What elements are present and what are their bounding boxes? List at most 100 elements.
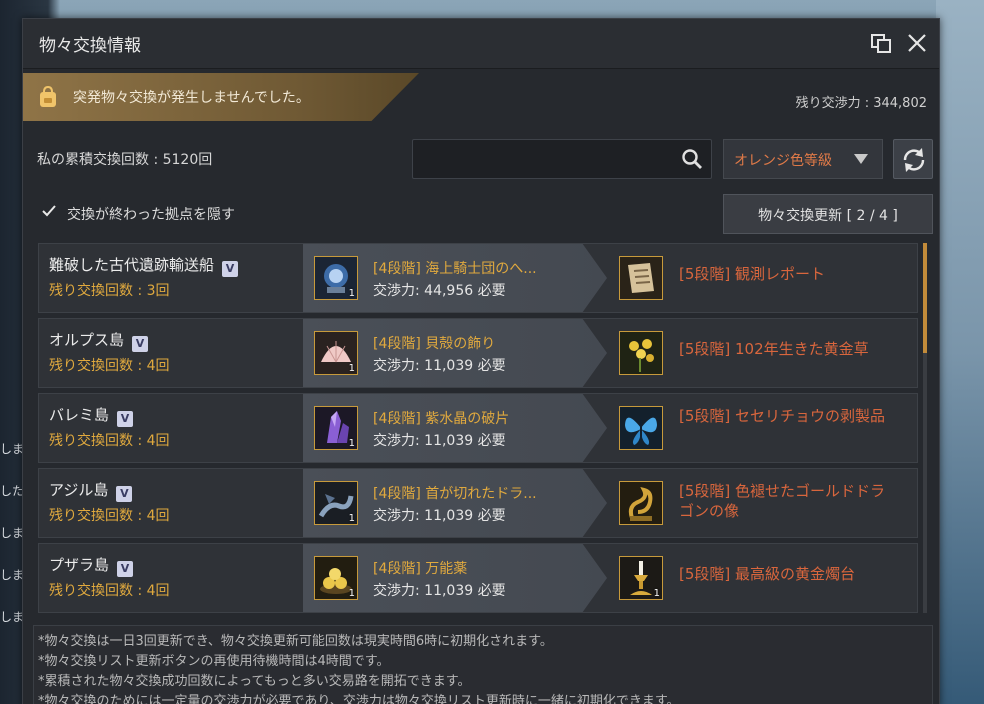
cumulative-exchange-count: 私の累積交換回数 : 5120回 — [37, 152, 213, 168]
hide-finished-label: 交換が終わった拠点を隠す — [67, 207, 235, 223]
verified-badge-icon[interactable]: V — [117, 561, 134, 577]
island-name-text: 難破した古代遺跡輸送船 — [49, 256, 215, 274]
chevron-down-icon — [854, 154, 868, 164]
amethyst-shard-icon[interactable]: 1 — [314, 406, 358, 450]
island-name: プザラ島 V — [49, 554, 134, 577]
titlebar[interactable]: 物々交換情報 — [23, 19, 939, 69]
island-name: アジル島 V — [49, 479, 133, 502]
give-item-cost: 交渉力: 11,039 必要 — [373, 583, 506, 599]
island-info: バレミ島 V 残り交換回数 : 4回 — [39, 394, 303, 462]
close-icon[interactable] — [905, 31, 929, 55]
seal-statue-icon[interactable]: 1 — [314, 256, 358, 300]
barter-update-button[interactable]: 物々交換更新 [ 2 / 4 ] — [723, 194, 933, 234]
verified-badge-icon[interactable]: V — [222, 261, 239, 277]
get-item-name: [5段階] 102年生きた黄金草 — [679, 340, 869, 358]
verified-badge-icon[interactable]: V — [132, 336, 149, 352]
help-notes: *物々交換は一日3回更新でき、物々交換更新可能回数は現実時間6時に初期化されます… — [33, 625, 933, 704]
barter-row[interactable]: 難破した古代遺跡輸送船 V 残り交換回数 : 3回 1 [4段階] 海上騎士団のへ… — [38, 243, 918, 313]
give-item-name: [4段階] 首が切れたドラ... — [373, 486, 537, 502]
island-info: 難破した古代遺跡輸送船 V 残り交換回数 : 3回 — [39, 244, 303, 312]
help-note: *物々交換リスト更新ボタンの再使用待機時間は4時間です。 — [38, 654, 390, 669]
grade-filter-select[interactable]: オレンジ色等級 — [723, 139, 883, 179]
item-quantity: 1 — [348, 588, 355, 599]
remaining-exchanges: 残り交換回数 : 4回 — [49, 358, 170, 374]
help-note: *物々交換は一日3回更新でき、物々交換更新可能回数は現実時間6時に初期化されます… — [38, 634, 553, 649]
verified-badge-icon[interactable]: V — [117, 411, 134, 427]
give-item-panel[interactable]: 1 [4段階] 紫水晶の破片 交渉力: 11,039 必要 — [303, 394, 607, 462]
get-item-name: [5段階] セセリチョウの剥製品 — [679, 407, 886, 425]
background-island — [936, 0, 984, 704]
gold-candlestick-icon[interactable]: 1 — [619, 556, 663, 600]
island-name-text: プザラ島 — [49, 556, 110, 574]
island-info: アジル島 V 残り交換回数 : 4回 — [39, 469, 303, 537]
get-item-name: [5段階] 観測レポート — [679, 265, 826, 283]
remaining-exchanges: 残り交換回数 : 4回 — [49, 508, 170, 524]
island-name-text: アジル島 — [49, 481, 109, 499]
island-info: オルプス島 V 残り交換回数 : 4回 — [39, 319, 303, 387]
item-quantity: 1 — [348, 288, 355, 299]
golden-herb-icon[interactable] — [619, 331, 663, 375]
item-quantity: 1 — [653, 588, 660, 599]
island-name: オルプス島 V — [49, 329, 149, 352]
butterfly-specimen-icon[interactable] — [619, 406, 663, 450]
shell-ornament-icon[interactable]: 1 — [314, 331, 358, 375]
grade-filter-value: オレンジ色等級 — [734, 153, 832, 169]
remaining-power: 残り交渉力 : 344,802 — [795, 96, 927, 111]
help-note: *物々交換のためには一定量の交渉力が必要であり、交渉力は物々交換リスト更新時に一… — [38, 694, 680, 704]
give-item-cost: 交渉力: 11,039 必要 — [373, 433, 506, 449]
background-chat-line: した — [0, 484, 25, 498]
help-note: *累積された物々交換成功回数によってもっと多い交易路を開拓できます。 — [38, 674, 471, 689]
give-item-name: [4段階] 貝殻の飾り — [373, 336, 496, 352]
gold-dragon-statue-icon[interactable] — [619, 481, 663, 525]
report-scroll-icon[interactable] — [619, 256, 663, 300]
list-scrollbar[interactable] — [923, 243, 927, 613]
search-input[interactable] — [412, 139, 712, 179]
window-title: 物々交換情報 — [39, 36, 141, 56]
background-chat-line: しま — [0, 610, 25, 624]
elixir-pills-icon[interactable]: 1 — [314, 556, 358, 600]
barter-row[interactable]: アジル島 V 残り交換回数 : 4回 1 [4段階] 首が切れたドラ... 交渉力… — [38, 468, 918, 538]
item-quantity: 1 — [348, 513, 355, 524]
island-info: プザラ島 V 残り交換回数 : 4回 — [39, 544, 303, 612]
broken-dragon-icon[interactable]: 1 — [314, 481, 358, 525]
island-name-text: オルプス島 — [49, 331, 125, 349]
give-item-panel[interactable]: 1 [4段階] 海上騎士団のへ... 交渉力: 44,956 必要 — [303, 244, 607, 312]
sudden-barter-notice: 突発物々交換が発生しませんでした。 — [23, 73, 419, 121]
background-chat-line: しま — [0, 568, 25, 582]
remaining-exchanges: 残り交換回数 : 4回 — [49, 583, 170, 599]
item-quantity: 1 — [348, 438, 355, 449]
give-item-cost: 交渉力: 11,039 必要 — [373, 508, 506, 524]
barter-info-window: 物々交換情報 突発物々交換が発生しませんでした。 残り交渉力 : 344,802… — [22, 18, 940, 704]
barter-update-label: 物々交換更新 [ 2 / 4 ] — [758, 208, 898, 224]
verified-badge-icon[interactable]: V — [116, 486, 133, 502]
barter-row[interactable]: プザラ島 V 残り交換回数 : 4回 1 [4段階] 万能薬 交渉力: 11,03… — [38, 543, 918, 613]
refresh-icon — [903, 148, 925, 172]
island-name: 難破した古代遺跡輸送船 V — [49, 254, 239, 277]
search-icon[interactable] — [681, 148, 703, 170]
notice-text: 突発物々交換が発生しませんでした。 — [73, 90, 310, 106]
barter-row[interactable]: オルプス島 V 残り交換回数 : 4回 1 [4段階] 貝殻の飾り 交渉力: 11… — [38, 318, 918, 388]
remaining-exchanges: 残り交換回数 : 4回 — [49, 433, 170, 449]
background-chat-line: しま — [0, 442, 25, 456]
scrollbar-thumb[interactable] — [923, 243, 927, 353]
get-item-name: [5段階] 最高級の黄金燭台 — [679, 565, 856, 583]
backpack-icon — [37, 85, 59, 109]
popout-icon[interactable] — [869, 31, 893, 55]
item-quantity: 1 — [348, 363, 355, 374]
island-name: バレミ島 V — [49, 404, 134, 427]
barter-row[interactable]: バレミ島 V 残り交換回数 : 4回 1 [4段階] 紫水晶の破片 交渉力: 11… — [38, 393, 918, 463]
give-item-name: [4段階] 紫水晶の破片 — [373, 411, 510, 427]
give-item-name: [4段階] 海上騎士団のへ... — [373, 261, 537, 277]
island-name-text: バレミ島 — [49, 406, 110, 424]
give-item-cost: 交渉力: 11,039 必要 — [373, 358, 506, 374]
hide-finished-checkbox[interactable] — [41, 203, 57, 219]
remaining-exchanges: 残り交換回数 : 3回 — [49, 283, 170, 299]
background-chat-line: しま — [0, 526, 25, 540]
give-item-panel[interactable]: 1 [4段階] 首が切れたドラ... 交渉力: 11,039 必要 — [303, 469, 607, 537]
get-item-name: [5段階] 色褪せたゴールドドラゴンの像 — [679, 482, 886, 520]
give-item-name: [4段階] 万能薬 — [373, 561, 468, 577]
refresh-button[interactable] — [893, 139, 933, 179]
give-item-panel[interactable]: 1 [4段階] 貝殻の飾り 交渉力: 11,039 必要 — [303, 319, 607, 387]
give-item-panel[interactable]: 1 [4段階] 万能薬 交渉力: 11,039 必要 — [303, 544, 607, 612]
give-item-cost: 交渉力: 44,956 必要 — [373, 283, 506, 299]
